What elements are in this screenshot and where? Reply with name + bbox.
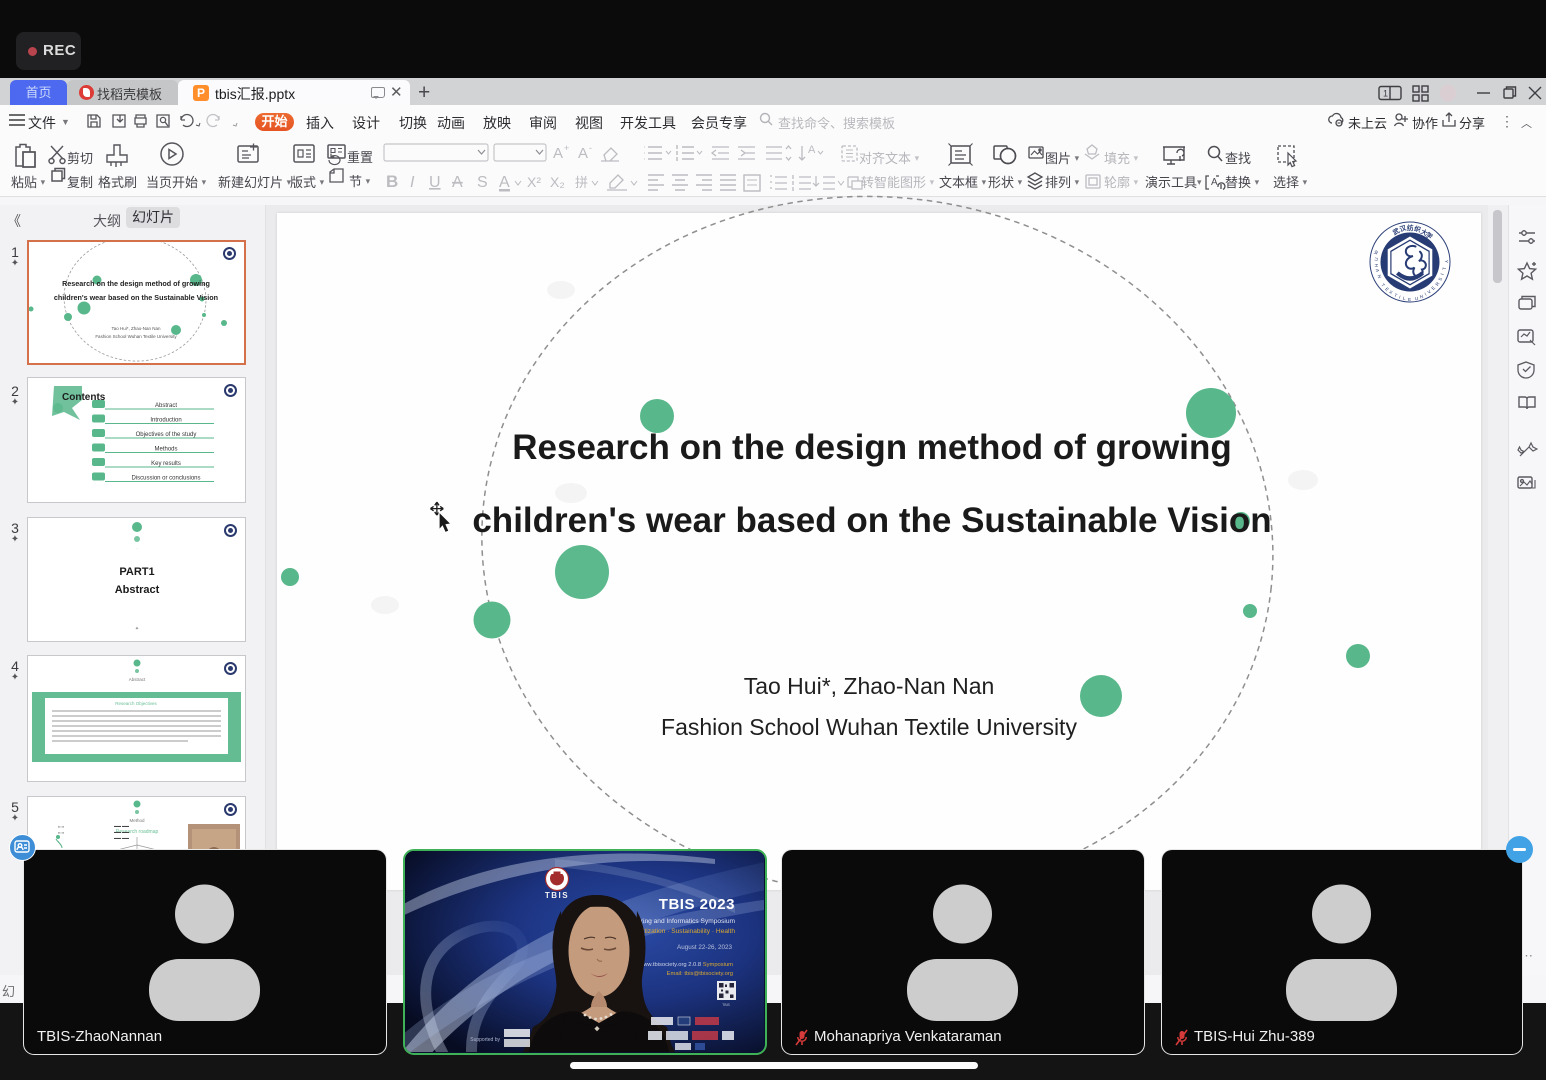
svg-text:A: A <box>808 144 816 156</box>
svg-text:August 22-26, 2023: August 22-26, 2023 <box>677 944 732 951</box>
svg-text:Abstract: Abstract <box>155 403 177 409</box>
svg-text:children's wear based on the S: children's wear based on the Sustainable… <box>54 293 218 302</box>
svg-text:Fashion School Wuhan Textile U: Fashion School Wuhan Textile University <box>95 334 177 339</box>
svg-text:Tao Hui*, Zhao-Nan Nan: Tao Hui*, Zhao-Nan Nan <box>111 326 161 331</box>
svg-text:▪▪ ▪▪: ▪▪ ▪▪ <box>58 831 64 835</box>
svg-text:A: A <box>578 145 588 162</box>
svg-text:▬▬ ▬▬: ▬▬ ▬▬ <box>114 836 129 840</box>
svg-text:✦: ✦ <box>135 626 139 632</box>
svg-text:▬▬ ▬▬: ▬▬ ▬▬ <box>114 824 129 828</box>
svg-text:TBIS: TBIS <box>722 1003 730 1007</box>
svg-text:▬▬ ▬▬: ▬▬ ▬▬ <box>114 830 129 834</box>
svg-text:E: E <box>1408 297 1411 302</box>
svg-text:Discussion or conclusions: Discussion or conclusions <box>131 476 200 482</box>
svg-text:Key results: Key results <box>151 461 181 467</box>
svg-text:www.tbisociety.org 2.0.8 Sympo: www.tbisociety.org 2.0.8 Symposium <box>638 962 733 968</box>
svg-text:Abstract: Abstract <box>115 584 160 596</box>
svg-text:TBIS 2023: TBIS 2023 <box>659 896 735 913</box>
svg-text:Research Objectives: Research Objectives <box>115 701 157 706</box>
svg-text:Method: Method <box>129 818 145 823</box>
svg-text:PART1: PART1 <box>119 566 154 578</box>
svg-text:▪▪ ▪▪: ▪▪ ▪▪ <box>58 825 64 829</box>
svg-text:Objectives of the study: Objectives of the study <box>136 432 197 438</box>
svg-text:-: - <box>589 143 592 153</box>
svg-text:Research on the design method: Research on the design method of growing <box>62 279 210 288</box>
svg-text:A: A <box>553 145 563 162</box>
svg-text:Methods: Methods <box>154 447 177 453</box>
svg-text:Abstract: Abstract <box>129 677 146 682</box>
svg-text:Introduction: Introduction <box>150 418 181 424</box>
svg-text:H: H <box>1374 264 1379 268</box>
svg-text:Supported by: Supported by <box>470 1037 500 1043</box>
svg-text:TBIS: TBIS <box>545 891 569 900</box>
svg-text:Y: Y <box>1444 260 1449 263</box>
svg-text:·: · <box>136 546 137 551</box>
svg-text:+: + <box>564 143 569 153</box>
svg-text:Email: tbis@tbisociety.org: Email: tbis@tbisociety.org <box>667 971 733 977</box>
svg-text:1: 1 <box>1383 89 1388 99</box>
